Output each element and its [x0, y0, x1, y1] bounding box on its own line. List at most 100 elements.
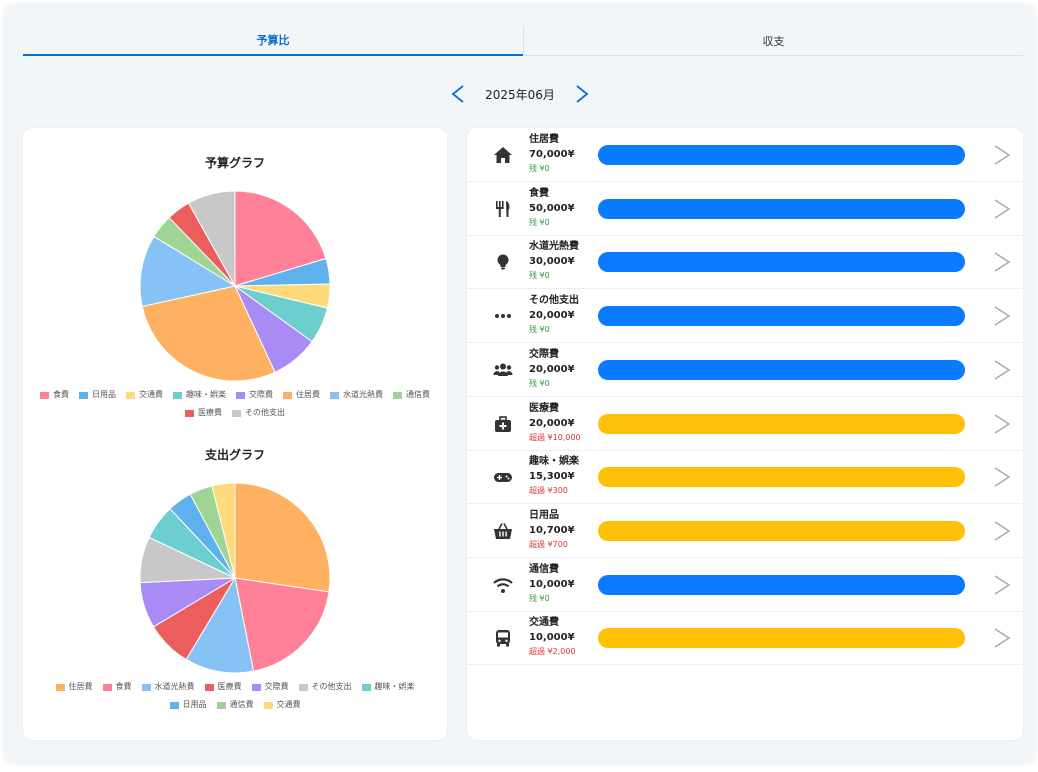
legend-swatch [102, 683, 112, 691]
category-name: 住居費 [529, 134, 559, 145]
category-remaining: 残 ¥0 [529, 325, 550, 335]
current-month: 2025年06月 [485, 87, 555, 102]
legend-item[interactable]: 日用品 [169, 696, 207, 714]
progress-bar [598, 359, 965, 380]
chevron-right-icon[interactable] [991, 466, 1013, 488]
category-amount: 20,000¥ [529, 417, 575, 429]
category-row[interactable]: 水道光熱費 30,000¥ 残 ¥0 [467, 235, 1023, 290]
category-name: 交通費 [529, 617, 559, 629]
legend-swatch [232, 409, 241, 417]
month-navigator: 2025年06月 [4, 82, 1036, 106]
category-name: 食費 [529, 187, 549, 199]
category-row[interactable]: 住居費 70,000¥ 残 ¥0 [467, 128, 1023, 182]
progress-bar [598, 252, 965, 273]
legend-item[interactable]: 趣味・娯楽 [361, 678, 415, 696]
category-remaining: 残 ¥0 [529, 164, 550, 173]
category-row[interactable]: その他支出 20,000¥ 残 ¥0 [467, 289, 1023, 344]
legend-item[interactable]: その他支出 [298, 678, 352, 696]
chevron-left-icon [451, 85, 464, 103]
legend-item[interactable]: 交通費 [263, 696, 301, 714]
basket-icon [494, 523, 512, 539]
chevron-right-icon[interactable] [991, 520, 1013, 542]
chevron-right-icon[interactable] [991, 144, 1013, 166]
tab-budget-ratio[interactable]: 予算比 [23, 26, 523, 56]
category-row[interactable]: 交際費 20,000¥ 残 ¥0 [467, 343, 1023, 397]
category-name: 交際費 [529, 348, 559, 360]
legend-item[interactable]: 交通費 [126, 386, 163, 404]
legend-swatch [79, 391, 88, 399]
legend-swatch [126, 391, 135, 399]
house-icon [494, 147, 512, 163]
legend-swatch [173, 391, 182, 399]
legend-item[interactable]: その他支出 [232, 404, 285, 422]
legend-swatch [40, 391, 49, 399]
legend-item[interactable]: 交際費 [251, 678, 289, 696]
chevron-right-icon[interactable] [991, 413, 1013, 435]
chevron-right-icon[interactable] [991, 627, 1013, 649]
chevron-right-icon[interactable] [991, 574, 1013, 596]
legend-item[interactable]: 食費 [102, 678, 132, 696]
category-text: 水道光熱費 30,000¥ 残 ¥0 [529, 240, 599, 282]
ellipsis-icon [495, 314, 511, 319]
legend-swatch [216, 701, 226, 709]
progress-bar [598, 628, 965, 649]
legend-item[interactable]: 医療費 [204, 678, 242, 696]
category-row[interactable]: 医療費 20,000¥ 超過 ¥10,000 [467, 397, 1023, 451]
legend-item[interactable]: 通信費 [216, 696, 254, 714]
progress-bar [598, 198, 965, 219]
legend-item[interactable]: 医療費 [185, 404, 222, 422]
category-text: 住居費 70,000¥ 残 ¥0 [529, 133, 599, 175]
prev-month-button[interactable] [445, 82, 471, 106]
category-amount: 15,300¥ [529, 471, 575, 483]
legend-item[interactable]: 日用品 [79, 386, 116, 404]
legend-item[interactable]: 水道光熱費 [141, 678, 195, 696]
category-remaining: 残 ¥0 [529, 593, 550, 603]
category-remaining: 残 ¥0 [529, 378, 550, 388]
legend-label: 医療費 [198, 408, 222, 417]
tab-income-expense[interactable]: 収支 [523, 26, 1023, 56]
legend-item[interactable]: 住居費 [55, 678, 93, 696]
chevron-right-icon [576, 85, 589, 103]
chevron-right-icon[interactable] [991, 305, 1013, 327]
next-month-button[interactable] [569, 82, 595, 106]
category-row[interactable]: 通信費 10,000¥ 残 ¥0 [467, 558, 1023, 612]
legend-swatch [55, 683, 65, 691]
category-row[interactable]: 趣味・娯楽 15,300¥ 超過 ¥300 [467, 450, 1023, 505]
pie-slice[interactable] [234, 482, 331, 593]
category-name: 趣味・娯楽 [529, 456, 579, 468]
legend-swatch [330, 391, 339, 399]
legend-label: 水道光熱費 [343, 390, 383, 399]
gamepad-icon [494, 473, 512, 483]
legend-label: 医療費 [217, 682, 242, 691]
progress-bar [598, 520, 965, 541]
category-name: その他支出 [529, 295, 579, 307]
category-remaining: 超過 ¥700 [529, 539, 568, 549]
chevron-right-icon[interactable] [991, 359, 1013, 381]
category-text: 交際費 20,000¥ 残 ¥0 [529, 348, 599, 390]
category-row[interactable]: 日用品 10,700¥ 超過 ¥700 [467, 504, 1023, 558]
legend-item[interactable]: 水道光熱費 [330, 386, 383, 404]
legend-swatch [169, 701, 179, 709]
category-name: 医療費 [529, 402, 559, 414]
category-amount: 20,000¥ [529, 310, 575, 322]
legend-item[interactable]: 食費 [40, 386, 69, 404]
legend-item[interactable]: 交際費 [236, 386, 273, 404]
category-amount: 10,000¥ [529, 578, 575, 590]
expense-chart-legend: 住居費 食費 水道光熱費 医療費 交際費 その他支出 趣味・娯楽日用品 通信費 交通費 [33, 678, 437, 714]
users-icon [493, 363, 513, 376]
category-row[interactable]: 交通費 10,000¥ 超過 ¥2,000 [467, 611, 1023, 666]
legend-item[interactable]: 趣味・娯楽 [173, 386, 226, 404]
legend-item[interactable]: 住居費 [283, 386, 320, 404]
category-amount: 30,000¥ [529, 256, 575, 268]
legend-label: 交通費 [139, 390, 163, 399]
legend-label: その他支出 [245, 408, 285, 417]
expense-chart-title: 支出グラフ [204, 448, 265, 462]
legend-label: 住居費 [68, 682, 93, 691]
legend-label: 日用品 [182, 700, 207, 709]
category-text: 趣味・娯楽 15,300¥ 超過 ¥300 [529, 455, 599, 497]
chevron-right-icon[interactable] [991, 251, 1013, 273]
category-amount: 10,700¥ [529, 524, 575, 536]
legend-item[interactable]: 通信費 [393, 386, 430, 404]
chevron-right-icon[interactable] [991, 198, 1013, 220]
category-row[interactable]: 食費 50,000¥ 残 ¥0 [467, 182, 1023, 236]
